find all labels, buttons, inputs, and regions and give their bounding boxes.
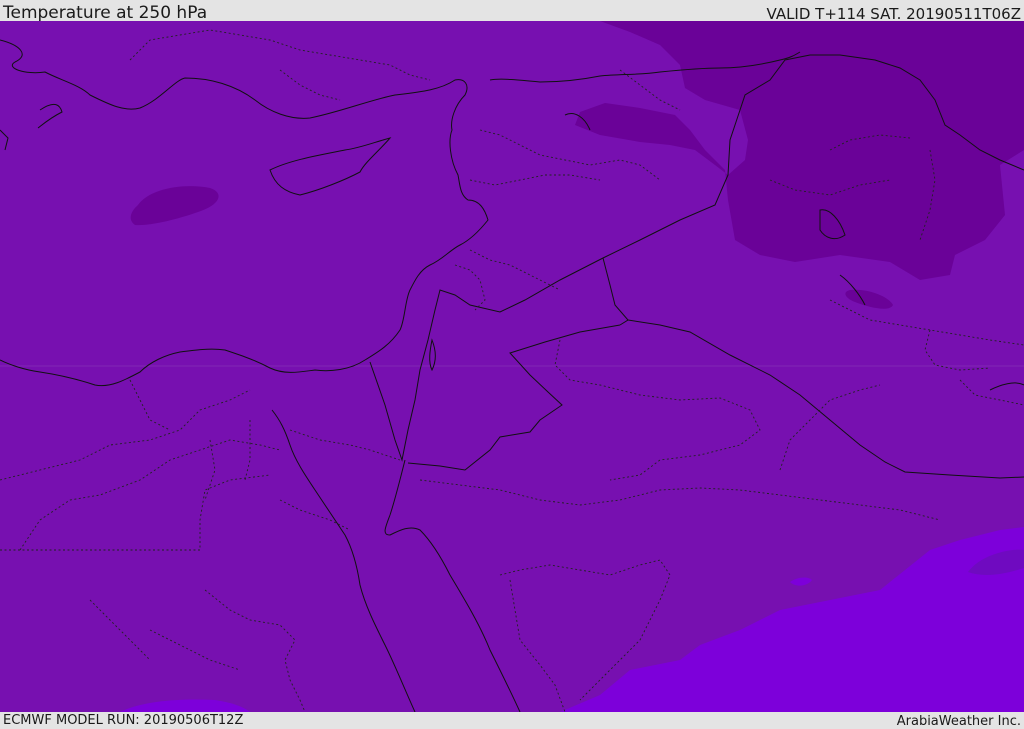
map-title: Temperature at 250 hPa — [3, 3, 208, 23]
credit-label: ArabiaWeather Inc. — [896, 714, 1021, 729]
temperature-map — [0, 21, 1024, 712]
model-run-label: ECMWF MODEL RUN: 20190506T12Z — [3, 713, 244, 728]
